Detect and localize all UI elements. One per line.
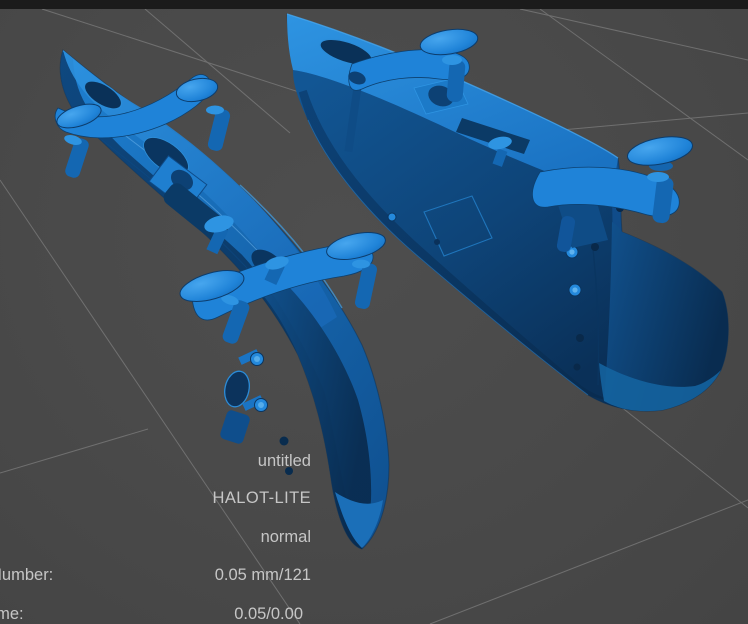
scene-canvas bbox=[0, 0, 748, 624]
support-disc bbox=[625, 132, 695, 170]
top-bar bbox=[0, 0, 748, 9]
bolt bbox=[388, 213, 396, 221]
slicer-3d-viewport[interactable]: untitled HALOT-LITE normal Number: 0.05 … bbox=[0, 0, 748, 624]
